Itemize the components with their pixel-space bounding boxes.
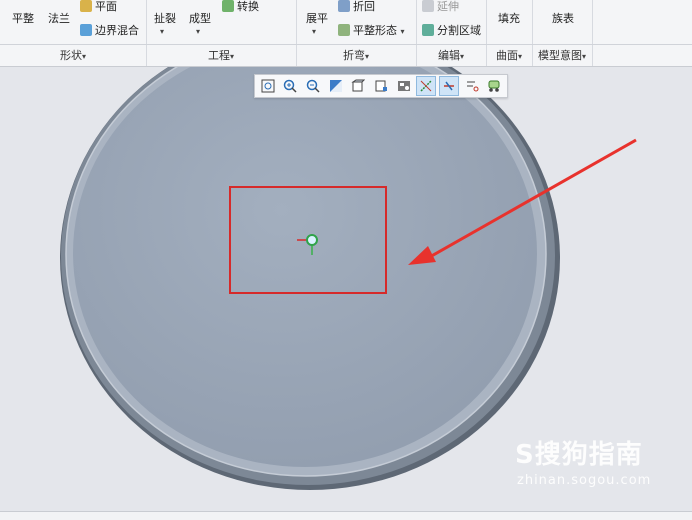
display-style-icon[interactable] <box>349 76 369 96</box>
csys-display-icon[interactable] <box>484 76 504 96</box>
repaint-icon[interactable] <box>326 76 346 96</box>
axis-display-icon[interactable] <box>439 76 459 96</box>
ribbon-group-model-intent: 族表 模型意图▾ <box>532 0 593 66</box>
convert-icon <box>222 0 234 12</box>
view-manager-icon[interactable] <box>394 76 414 96</box>
chevron-down-icon: ▾ <box>312 27 317 36</box>
group-label-model-intent[interactable]: 模型意图▾ <box>532 47 592 63</box>
group-bend-label-text: 折弯 <box>342 49 365 62</box>
group-label-shape[interactable]: 形状▾ <box>0 47 146 63</box>
chevron-down-icon: ▾ <box>400 27 405 36</box>
group-edit-label-text: 编辑 <box>437 49 460 62</box>
watermark-url: zhinan.sogou.com <box>517 473 652 488</box>
chevron-down-icon: ▾ <box>517 52 522 61</box>
group-label-edit[interactable]: 编辑▾ <box>416 47 486 63</box>
family-table-button[interactable]: 族表 <box>552 10 574 26</box>
boundary-blend-button[interactable]: 边界混合 <box>80 22 139 38</box>
plane-button[interactable]: 平面 <box>80 0 117 14</box>
flat-button-label: 平整 <box>12 12 34 25</box>
saved-orientations-icon[interactable] <box>371 76 391 96</box>
chevron-down-icon: ▾ <box>364 52 369 61</box>
ribbon-group-surface: 填充 曲面▾ <box>486 0 533 66</box>
rip-dropdown[interactable]: ▾ <box>160 24 164 37</box>
form-dropdown[interactable]: ▾ <box>196 24 200 37</box>
flat-pattern-icon <box>338 24 350 36</box>
unbend-button[interactable]: 展平 <box>306 10 328 26</box>
group-shape-label-text: 形状 <box>59 49 82 62</box>
plane-icon <box>80 0 92 12</box>
group-label-surface[interactable]: 曲面▾ <box>486 47 532 63</box>
unbend-button-label: 展平 <box>306 12 328 25</box>
refit-icon[interactable] <box>258 76 278 96</box>
zoom-in-icon[interactable] <box>281 76 301 96</box>
watermark: S搜狗指南 zhinan.sogou.com <box>515 434 651 488</box>
flat-pattern-button[interactable]: 平整形态 ▾ <box>338 22 405 38</box>
convert-button[interactable]: 转换 <box>222 0 259 14</box>
ribbon-group-engineering: 扯裂 ▾ 成型 ▾ 转换 工程▾ <box>146 0 297 66</box>
chevron-down-icon: ▾ <box>581 52 586 61</box>
bend-back-icon <box>338 0 350 12</box>
fill-button[interactable]: 填充 <box>498 10 520 26</box>
ribbon-group-bend: 展平 ▾ 折回 平整形态 ▾ 折弯▾ <box>296 0 417 66</box>
fill-button-label: 填充 <box>498 12 520 25</box>
split-area-icon <box>422 24 434 36</box>
chevron-down-icon: ▾ <box>196 27 201 36</box>
view-toolbar <box>254 74 508 98</box>
split-area-button[interactable]: 分割区域 <box>422 22 481 38</box>
group-model-intent-label-text: 模型意图 <box>537 49 582 62</box>
bend-back-button[interactable]: 折回 <box>338 0 375 14</box>
group-label-bend[interactable]: 折弯▾ <box>296 47 416 63</box>
ribbon-group-edit: 延伸 分割区域 编辑▾ <box>416 0 487 66</box>
boundary-blend-icon <box>80 24 92 36</box>
chevron-down-icon: ▾ <box>459 52 464 61</box>
bend-back-button-label: 折回 <box>353 0 375 13</box>
ribbon: 平整 法兰 平面 边界混合 形状▾ 扯裂 ▾ 成型 ▾ 转换 工程▾ 展平 ▾ … <box>0 0 692 67</box>
plane-button-label: 平面 <box>95 0 117 13</box>
rip-button-label: 扯裂 <box>154 12 176 25</box>
group-label-engineering[interactable]: 工程▾ <box>146 47 296 63</box>
ribbon-group-shape: 平整 法兰 平面 边界混合 形状▾ <box>0 0 147 66</box>
zoom-out-icon[interactable] <box>303 76 323 96</box>
flat-pattern-button-label: 平整形态 <box>353 24 397 37</box>
extend-icon <box>422 0 434 12</box>
flange-button[interactable]: 法兰 <box>48 10 70 26</box>
group-surface-label-text: 曲面 <box>495 49 518 62</box>
boundary-blend-button-label: 边界混合 <box>95 24 139 37</box>
chevron-down-icon: ▾ <box>160 27 165 36</box>
unbend-dropdown[interactable]: ▾ <box>312 24 316 37</box>
point-display-icon[interactable] <box>462 76 482 96</box>
flange-button-label: 法兰 <box>48 12 70 25</box>
chevron-down-icon: ▾ <box>229 52 234 61</box>
convert-button-label: 转换 <box>237 0 259 13</box>
watermark-brand: S搜狗指南 <box>515 440 643 470</box>
extend-button[interactable]: 延伸 <box>422 0 459 14</box>
extend-button-label: 延伸 <box>437 0 459 13</box>
split-area-button-label: 分割区域 <box>437 24 481 37</box>
group-engineering-label-text: 工程 <box>207 49 230 62</box>
plane-display-icon[interactable] <box>416 76 437 96</box>
flat-button[interactable]: 平整 <box>12 10 34 26</box>
ribbon-divider <box>0 44 692 45</box>
chevron-down-icon: ▾ <box>81 52 86 61</box>
family-table-button-label: 族表 <box>552 12 574 25</box>
rip-button[interactable]: 扯裂 <box>154 10 176 26</box>
